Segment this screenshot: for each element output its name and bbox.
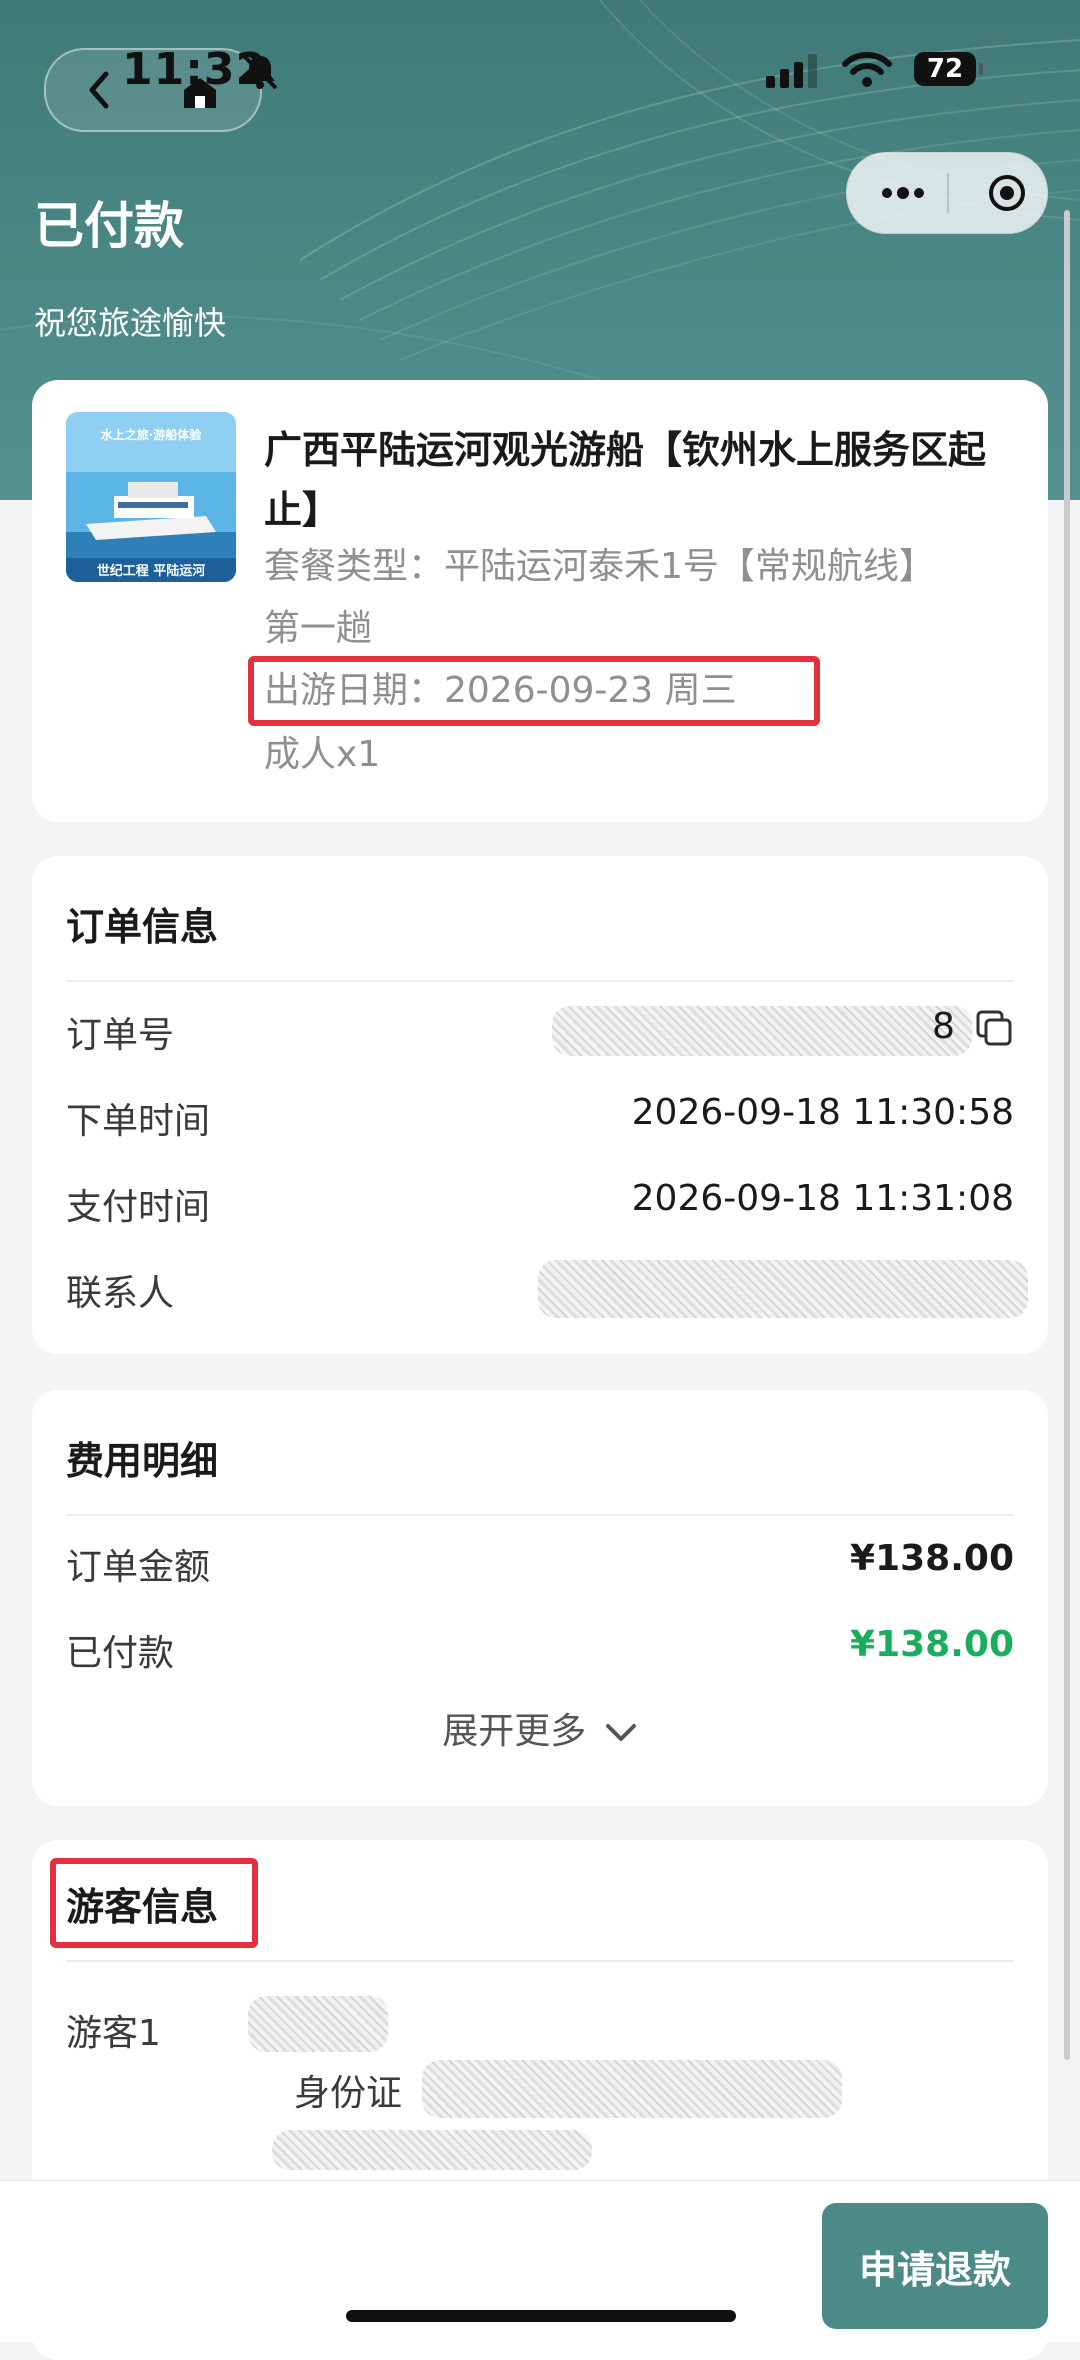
id-extra-redacted	[272, 2130, 592, 2170]
expand-more-label: 展开更多	[442, 1711, 587, 1752]
contact-label: 联系人	[66, 1273, 175, 1314]
order-no-label: 订单号	[66, 1015, 175, 1056]
order-amount-label: 订单金额	[66, 1547, 211, 1588]
visitor-title-highlight-box	[50, 1858, 258, 1948]
id-card-label: 身份证	[294, 2073, 403, 2114]
chevron-down-icon	[605, 1724, 636, 1741]
order-time-value: 2026-09-18 11:30:58	[631, 1092, 1014, 1133]
wifi-icon	[842, 52, 892, 87]
signal-icon	[766, 54, 817, 88]
battery-icon: 72	[914, 52, 976, 86]
visitor-info-divider	[66, 1960, 1014, 1962]
paid-value: ¥138.00	[850, 1624, 1014, 1665]
product-card[interactable]: 水上之旅·游船体验 世纪工程 平陆运河 广西平陆运河观光游船【钦州水上服务区起止…	[32, 380, 1048, 822]
order-info-title: 订单信息	[66, 905, 219, 949]
page-subtitle: 祝您旅途愉快	[34, 304, 227, 342]
chevron-left-icon	[89, 71, 109, 109]
product-tickets: 成人x1	[264, 734, 381, 775]
pay-time-label: 支付时间	[66, 1187, 211, 1228]
home-indicator	[346, 2310, 736, 2322]
thumb-caption-bottom: 世纪工程 平陆运河	[96, 564, 206, 579]
thumb-caption-top: 水上之旅·游船体验	[100, 428, 202, 442]
order-info-divider	[66, 980, 1014, 982]
copy-icon[interactable]	[974, 1008, 1014, 1048]
product-thumbnail: 水上之旅·游船体验 世纪工程 平陆运河	[66, 412, 236, 582]
mini-program-capsule	[846, 152, 1048, 234]
page-title: 已付款	[34, 197, 184, 255]
scrollbar[interactable]	[1064, 210, 1070, 2060]
order-amount-value: ¥138.00	[850, 1538, 1014, 1579]
fee-details-title: 费用明细	[66, 1439, 219, 1483]
product-package: 套餐类型：平陆运河泰禾1号【常规航线】	[264, 546, 935, 587]
more-icon[interactable]	[879, 179, 927, 207]
visitor-name-redacted	[248, 1996, 388, 2052]
date-highlight-box	[248, 656, 820, 726]
close-target-icon[interactable]	[987, 173, 1027, 213]
order-no-redacted	[552, 1006, 972, 1056]
fee-details-card: 费用明细 订单金额 ¥138.00 已付款 ¥138.00 展开更多	[32, 1390, 1048, 1806]
battery-cap	[979, 63, 983, 75]
order-time-label: 下单时间	[66, 1101, 211, 1142]
fee-details-divider	[66, 1514, 1014, 1516]
contact-redacted	[538, 1260, 1028, 1318]
bell-muted-icon	[242, 54, 278, 90]
apply-refund-button[interactable]: 申请退款	[822, 2203, 1048, 2329]
expand-more-button[interactable]: 展开更多	[32, 1702, 1048, 1754]
product-trip: 第一趟	[264, 608, 373, 649]
product-title: 广西平陆运河观光游船【钦州水上服务区起止】	[264, 428, 987, 532]
capsule-divider	[947, 173, 949, 213]
order-no-tail: 8	[932, 1006, 955, 1047]
status-bar: 11:32 72	[0, 0, 1080, 150]
paid-label: 已付款	[66, 1633, 175, 1674]
order-info-card: 订单信息 订单号 8 下单时间 2026-09-18 11:30:58 支付时间…	[32, 856, 1048, 1354]
visitor-1-label: 游客1	[66, 2013, 161, 2054]
id-number-redacted	[422, 2060, 842, 2118]
battery-level: 72	[926, 54, 964, 84]
pay-time-value: 2026-09-18 11:31:08	[631, 1178, 1014, 1219]
